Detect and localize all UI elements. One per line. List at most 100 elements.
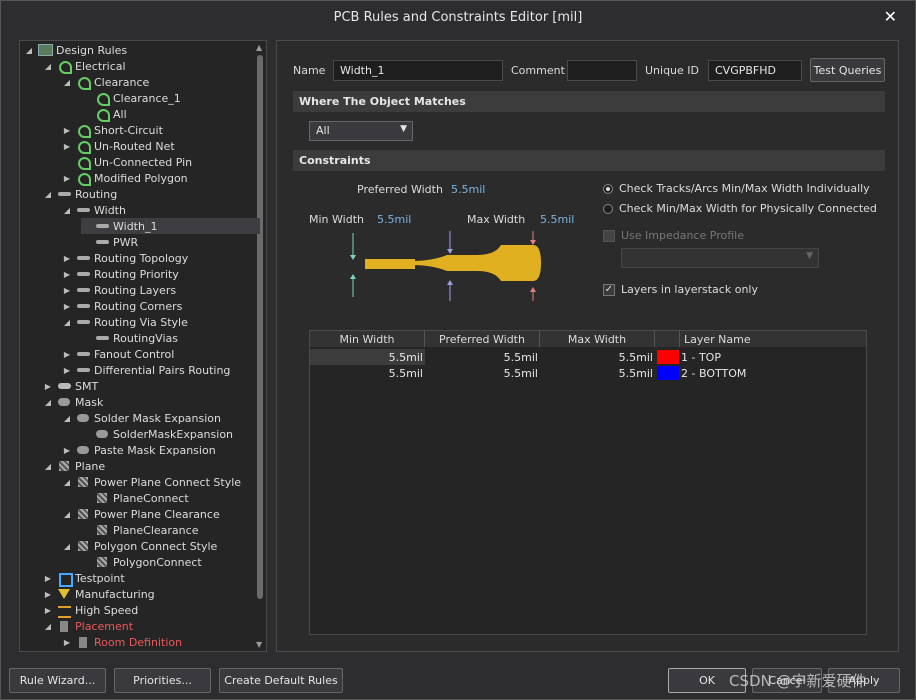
tree-item[interactable]: ▶ Routing Topology bbox=[62, 250, 188, 266]
tree-item[interactable]: ▶ Room Definition bbox=[62, 634, 182, 650]
expanded-arrow-icon[interactable]: ◢ bbox=[62, 318, 72, 327]
col-layer-name[interactable]: Layer Name bbox=[680, 331, 866, 347]
tree-item[interactable]: ▶ Un-Routed Net bbox=[62, 138, 175, 154]
cell-max[interactable]: 5.5mil bbox=[540, 365, 655, 381]
tree-item[interactable]: ▶ Routing Layers bbox=[62, 282, 176, 298]
tree-item[interactable]: ◢ Placement bbox=[43, 618, 133, 634]
tree-item[interactable]: ◢ Polygon Connect Style bbox=[62, 538, 217, 554]
name-input[interactable] bbox=[333, 60, 503, 81]
tree-item[interactable]: ▶ Fanout Control bbox=[62, 346, 174, 362]
tree-item[interactable]: ◢ Routing Via Style bbox=[62, 314, 188, 330]
tree-item[interactable]: ◢ Solder Mask Expansion bbox=[62, 410, 221, 426]
tree-item[interactable]: PolygonConnect bbox=[81, 554, 202, 570]
collapsed-arrow-icon[interactable]: ▶ bbox=[62, 302, 72, 311]
expanded-arrow-icon[interactable]: ◢ bbox=[43, 62, 53, 71]
tree-item[interactable]: All bbox=[81, 106, 127, 122]
comment-input[interactable] bbox=[567, 60, 637, 81]
preferred-width-value[interactable]: 5.5mil bbox=[451, 183, 485, 196]
tree-item[interactable]: ▶ Paste Mask Expansion bbox=[62, 442, 216, 458]
collapsed-arrow-icon[interactable]: ▶ bbox=[62, 286, 72, 295]
tree-item[interactable]: ◢ Power Plane Clearance bbox=[62, 506, 220, 522]
collapsed-arrow-icon[interactable]: ▶ bbox=[43, 574, 53, 583]
tree-item[interactable]: ◢ Design Rules bbox=[24, 42, 127, 58]
collapsed-arrow-icon[interactable]: ▶ bbox=[62, 270, 72, 279]
min-width-value[interactable]: 5.5mil bbox=[377, 213, 411, 226]
tree-item[interactable]: PWR bbox=[81, 234, 138, 250]
col-min-width[interactable]: Min Width bbox=[310, 331, 425, 347]
tree-item[interactable]: Width_1 bbox=[81, 218, 260, 234]
where-dropdown[interactable]: All ▼ bbox=[309, 121, 413, 141]
priorities-button[interactable]: Priorities... bbox=[114, 668, 211, 693]
tree-item[interactable]: Clearance_1 bbox=[81, 90, 181, 106]
expanded-arrow-icon[interactable]: ◢ bbox=[43, 398, 53, 407]
col-max-width[interactable]: Max Width bbox=[540, 331, 655, 347]
expanded-arrow-icon[interactable]: ◢ bbox=[24, 46, 34, 55]
table-row[interactable]: 5.5mil 5.5mil 5.5mil 2 - BOTTOM bbox=[310, 365, 866, 381]
layers-only-checkbox[interactable]: ✓ Layers in layerstack only bbox=[603, 283, 758, 296]
radio-check-connected[interactable]: Check Min/Max Width for Physically Conne… bbox=[603, 202, 877, 215]
close-icon[interactable]: ✕ bbox=[884, 7, 897, 26]
tree-item[interactable]: PlaneClearance bbox=[81, 522, 198, 538]
scrollbar-thumb[interactable] bbox=[257, 55, 263, 599]
collapsed-arrow-icon[interactable]: ▶ bbox=[43, 590, 53, 599]
tree-item[interactable]: ◢ Electrical bbox=[43, 58, 126, 74]
tree-item[interactable]: ◢ Power Plane Connect Style bbox=[62, 474, 241, 490]
tree-item[interactable]: SolderMaskExpansion bbox=[81, 426, 233, 442]
tree-item[interactable]: ▶ Manufacturing bbox=[43, 586, 155, 602]
cell-pref[interactable]: 5.5mil bbox=[425, 365, 540, 381]
tree-item[interactable]: ▶ Testpoint bbox=[43, 570, 125, 587]
collapsed-arrow-icon[interactable]: ▶ bbox=[43, 606, 53, 615]
cell-max[interactable]: 5.5mil bbox=[540, 349, 655, 365]
unique-id-input[interactable] bbox=[708, 60, 802, 81]
expanded-arrow-icon[interactable]: ◢ bbox=[62, 78, 72, 87]
col-preferred-width[interactable]: Preferred Width bbox=[425, 331, 540, 347]
tree-item[interactable]: ▶ Differential Pairs Routing bbox=[62, 362, 231, 378]
tree-item[interactable]: ▶ Routing Priority bbox=[62, 266, 179, 282]
tree-item[interactable]: ◢ Mask bbox=[43, 394, 103, 410]
radio-check-individually[interactable]: Check Tracks/Arcs Min/Max Width Individu… bbox=[603, 182, 870, 195]
collapsed-arrow-icon[interactable]: ▶ bbox=[43, 382, 53, 391]
tree-item[interactable]: ▶ Short-Circuit bbox=[62, 122, 163, 138]
collapsed-arrow-icon[interactable]: ▶ bbox=[62, 142, 72, 151]
rule-wizard-button[interactable]: Rule Wizard... bbox=[9, 668, 106, 693]
tree-item[interactable]: PlaneConnect bbox=[81, 490, 189, 506]
tree-item[interactable]: ▶ High Speed bbox=[43, 602, 138, 618]
expanded-arrow-icon[interactable]: ◢ bbox=[43, 190, 53, 199]
scroll-down-icon[interactable]: ▼ bbox=[256, 640, 262, 649]
expanded-arrow-icon[interactable]: ◢ bbox=[62, 206, 72, 215]
scroll-up-icon[interactable]: ▲ bbox=[256, 43, 262, 52]
tree-item[interactable]: ◢ Routing bbox=[43, 186, 117, 202]
checkbox-checked[interactable]: ✓ bbox=[603, 283, 615, 296]
collapsed-arrow-icon[interactable]: ▶ bbox=[62, 126, 72, 135]
expanded-arrow-icon[interactable]: ◢ bbox=[62, 510, 72, 519]
collapsed-arrow-icon[interactable]: ▶ bbox=[62, 174, 72, 183]
collapsed-arrow-icon[interactable]: ▶ bbox=[62, 446, 72, 455]
radio-dot[interactable] bbox=[603, 203, 613, 214]
cell-min[interactable]: 5.5mil bbox=[310, 365, 425, 381]
radio-dot-selected[interactable] bbox=[603, 183, 613, 194]
tree-item[interactable]: ▶ Routing Corners bbox=[62, 298, 182, 314]
collapsed-arrow-icon[interactable]: ▶ bbox=[62, 366, 72, 375]
tree-item[interactable]: Un-Connected Pin bbox=[62, 154, 192, 170]
tree-item[interactable]: ▶ SMT bbox=[43, 378, 98, 394]
expanded-arrow-icon[interactable]: ◢ bbox=[43, 462, 53, 471]
tree-item[interactable]: ▶ Modified Polygon bbox=[62, 170, 188, 186]
collapsed-arrow-icon[interactable]: ▶ bbox=[62, 254, 72, 263]
table-row[interactable]: 5.5mil 5.5mil 5.5mil 1 - TOP bbox=[310, 349, 866, 365]
tree-scrollbar[interactable]: ▲ ▼ bbox=[254, 41, 266, 651]
cell-min[interactable]: 5.5mil bbox=[310, 349, 425, 365]
tree-item[interactable]: ◢ Clearance bbox=[62, 74, 149, 90]
expanded-arrow-icon[interactable]: ◢ bbox=[43, 622, 53, 631]
collapsed-arrow-icon[interactable]: ▶ bbox=[62, 638, 72, 647]
tree-item[interactable]: ◢ Plane bbox=[43, 458, 105, 474]
test-queries-button[interactable]: Test Queries bbox=[810, 58, 885, 82]
collapsed-arrow-icon[interactable]: ▶ bbox=[62, 350, 72, 359]
max-width-value[interactable]: 5.5mil bbox=[540, 213, 574, 226]
create-default-rules-button[interactable]: Create Default Rules bbox=[219, 668, 343, 693]
tree-item[interactable]: RoutingVias bbox=[81, 330, 178, 346]
expanded-arrow-icon[interactable]: ◢ bbox=[62, 414, 72, 423]
impedance-profile-dropdown[interactable]: ▼ bbox=[621, 248, 819, 268]
use-impedance-checkbox[interactable]: Use Impedance Profile bbox=[603, 229, 744, 242]
checkbox-box[interactable] bbox=[603, 229, 615, 242]
expanded-arrow-icon[interactable]: ◢ bbox=[62, 542, 72, 551]
